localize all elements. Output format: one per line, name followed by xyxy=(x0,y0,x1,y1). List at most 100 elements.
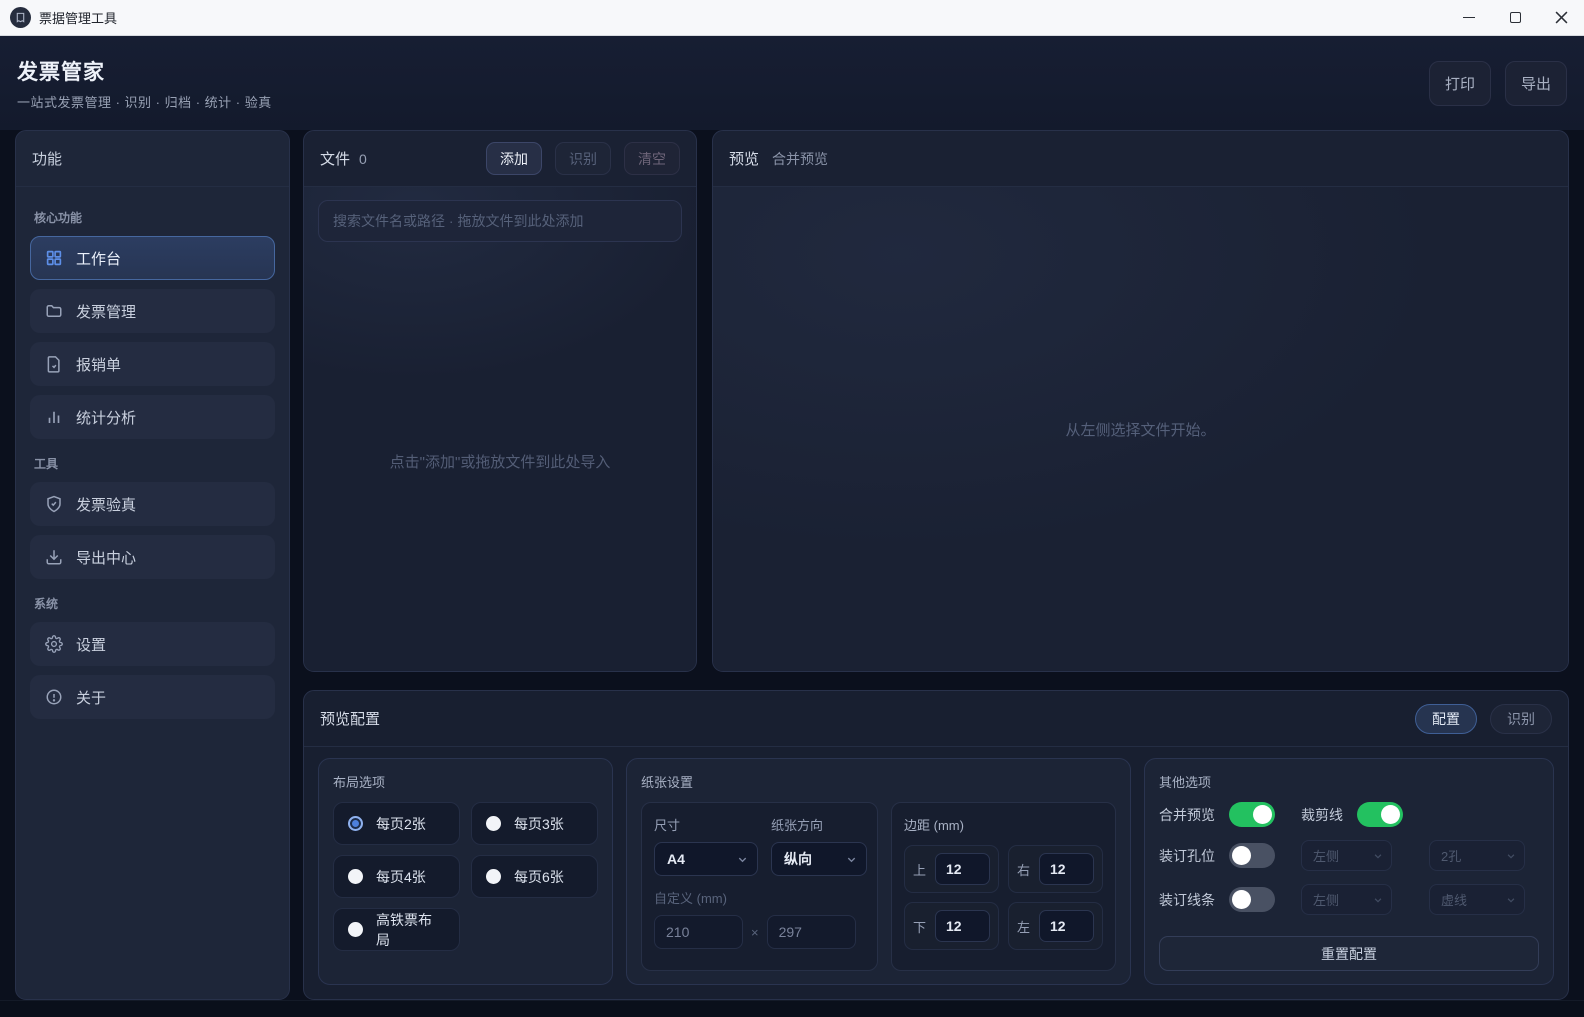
paper-size-select[interactable]: A4 xyxy=(654,842,758,876)
binding-holes-type-value: 2孔 xyxy=(1441,846,1506,865)
margin-left-cell: 左 xyxy=(1008,902,1103,950)
sidebar-item-label: 关于 xyxy=(76,687,106,708)
layout-option-4-per-page[interactable]: 每页4张 xyxy=(333,855,460,898)
app-icon xyxy=(10,7,31,28)
grid-icon xyxy=(44,249,63,268)
tab-config[interactable]: 配置 xyxy=(1415,704,1477,734)
sidebar-item-statistics[interactable]: 统计分析 xyxy=(30,395,275,439)
binding-lines-toggle[interactable] xyxy=(1229,887,1275,912)
sidebar-item-label: 统计分析 xyxy=(76,407,136,428)
margin-bottom-input[interactable] xyxy=(935,910,990,942)
file-search-input[interactable] xyxy=(318,200,682,242)
paper-orientation-select[interactable]: 纵向 xyxy=(771,842,867,876)
add-file-button[interactable]: 添加 xyxy=(486,142,542,175)
binding-lines-side-select[interactable]: 左侧 xyxy=(1301,884,1392,915)
maximize-icon xyxy=(1510,12,1521,23)
chevron-down-icon xyxy=(737,854,748,865)
sidebar-item-label: 报销单 xyxy=(76,354,121,375)
custom-size-label: 自定义 (mm) xyxy=(654,888,865,907)
layout-option-6-per-page[interactable]: 每页6张 xyxy=(471,855,598,898)
radio-selected-icon xyxy=(348,816,363,831)
paper-settings-title: 纸张设置 xyxy=(641,772,1116,791)
close-icon xyxy=(1555,11,1568,24)
window-bottom-edge xyxy=(0,1000,1584,1017)
paper-orientation-value: 纵向 xyxy=(784,849,840,869)
section-label-system: 系统 xyxy=(34,595,271,612)
binding-holes-side-select[interactable]: 左侧 xyxy=(1301,840,1392,871)
binding-holes-label: 装订孔位 xyxy=(1159,846,1221,866)
orientation-label: 纸张方向 xyxy=(771,815,867,834)
minimize-button[interactable] xyxy=(1446,0,1492,35)
toggle-knob xyxy=(1232,890,1251,909)
radio-label: 每页3张 xyxy=(514,814,564,834)
bar-chart-icon xyxy=(44,408,63,427)
crop-lines-toggle[interactable] xyxy=(1357,802,1403,827)
binding-lines-label: 装订线条 xyxy=(1159,890,1221,910)
recognize-files-button[interactable]: 识别 xyxy=(555,142,611,175)
margin-right-input[interactable] xyxy=(1039,853,1094,885)
radio-label: 高铁票布局 xyxy=(376,910,445,950)
binding-lines-style-value: 虚线 xyxy=(1441,890,1506,909)
minimize-icon xyxy=(1463,17,1475,18)
other-options-group: 其他选项 合并预览 裁剪线 装订孔位 左侧 xyxy=(1144,758,1554,985)
sidebar-item-invoice-verify[interactable]: 发票验真 xyxy=(30,482,275,526)
print-button[interactable]: 打印 xyxy=(1429,61,1491,106)
radio-label: 每页2张 xyxy=(376,814,426,834)
margin-left-label: 左 xyxy=(1017,917,1030,936)
sidebar-item-label: 工作台 xyxy=(76,248,121,269)
margin-top-input[interactable] xyxy=(935,853,990,885)
multiply-sign: × xyxy=(751,925,759,940)
sidebar-item-about[interactable]: 关于 xyxy=(30,675,275,719)
sidebar-item-workbench[interactable]: 工作台 xyxy=(30,236,275,280)
radio-icon xyxy=(348,869,363,884)
chevron-down-icon xyxy=(1506,895,1516,905)
paper-settings-group: 纸张设置 尺寸 A4 xyxy=(626,758,1131,985)
sidebar-item-label: 发票管理 xyxy=(76,301,136,322)
document-icon xyxy=(44,355,63,374)
sidebar-item-label: 发票验真 xyxy=(76,494,136,515)
toggle-knob xyxy=(1381,805,1400,824)
page-title: 发票管家 xyxy=(17,56,272,86)
margin-left-input[interactable] xyxy=(1039,910,1094,942)
tab-recognize[interactable]: 识别 xyxy=(1490,704,1552,734)
margin-bottom-label: 下 xyxy=(913,917,926,936)
export-button[interactable]: 导出 xyxy=(1505,61,1567,106)
sidebar-item-reimbursement[interactable]: 报销单 xyxy=(30,342,275,386)
clear-files-button[interactable]: 清空 xyxy=(624,142,680,175)
dropzone-hint: 点击"添加"或拖放文件到此处导入 xyxy=(390,451,611,472)
preview-title: 预览 xyxy=(729,148,759,169)
margins-title: 边距 (mm) xyxy=(904,815,1103,834)
sidebar: 功能 核心功能 工作台 发票管理 报销单 xyxy=(15,130,290,1000)
close-button[interactable] xyxy=(1538,0,1584,35)
binding-holes-type-select[interactable]: 2孔 xyxy=(1429,840,1525,871)
reset-config-button[interactable]: 重置配置 xyxy=(1159,936,1539,971)
layout-option-train-ticket[interactable]: 高铁票布局 xyxy=(333,908,460,951)
page-subtitle: 一站式发票管理 · 识别 · 归档 · 统计 · 验真 xyxy=(17,92,272,111)
radio-label: 每页6张 xyxy=(514,867,564,887)
chevron-down-icon xyxy=(1506,851,1516,861)
layout-option-2-per-page[interactable]: 每页2张 xyxy=(333,802,460,845)
custom-height-input[interactable] xyxy=(767,915,856,949)
chevron-down-icon xyxy=(1373,895,1383,905)
download-icon xyxy=(44,548,63,567)
binding-holes-toggle[interactable] xyxy=(1229,843,1275,868)
sidebar-item-invoice-management[interactable]: 发票管理 xyxy=(30,289,275,333)
binding-lines-style-select[interactable]: 虚线 xyxy=(1429,884,1525,915)
section-label-tools: 工具 xyxy=(34,455,271,472)
sidebar-item-export-center[interactable]: 导出中心 xyxy=(30,535,275,579)
crop-lines-label: 裁剪线 xyxy=(1301,805,1349,825)
layout-options-title: 布局选项 xyxy=(333,772,598,791)
file-dropzone[interactable]: 点击"添加"或拖放文件到此处导入 xyxy=(304,252,696,671)
maximize-button[interactable] xyxy=(1492,0,1538,35)
sidebar-item-settings[interactable]: 设置 xyxy=(30,622,275,666)
info-icon xyxy=(44,688,63,707)
shield-check-icon xyxy=(44,495,63,514)
chevron-down-icon xyxy=(846,854,857,865)
config-panel-title: 预览配置 xyxy=(320,708,380,729)
sidebar-item-label: 设置 xyxy=(76,634,106,655)
merge-preview-toggle[interactable] xyxy=(1229,802,1275,827)
folder-icon xyxy=(44,302,63,321)
custom-width-input[interactable] xyxy=(654,915,743,949)
layout-option-3-per-page[interactable]: 每页3张 xyxy=(471,802,598,845)
paper-size-card: 尺寸 A4 纸张方向 纵向 xyxy=(641,802,878,971)
